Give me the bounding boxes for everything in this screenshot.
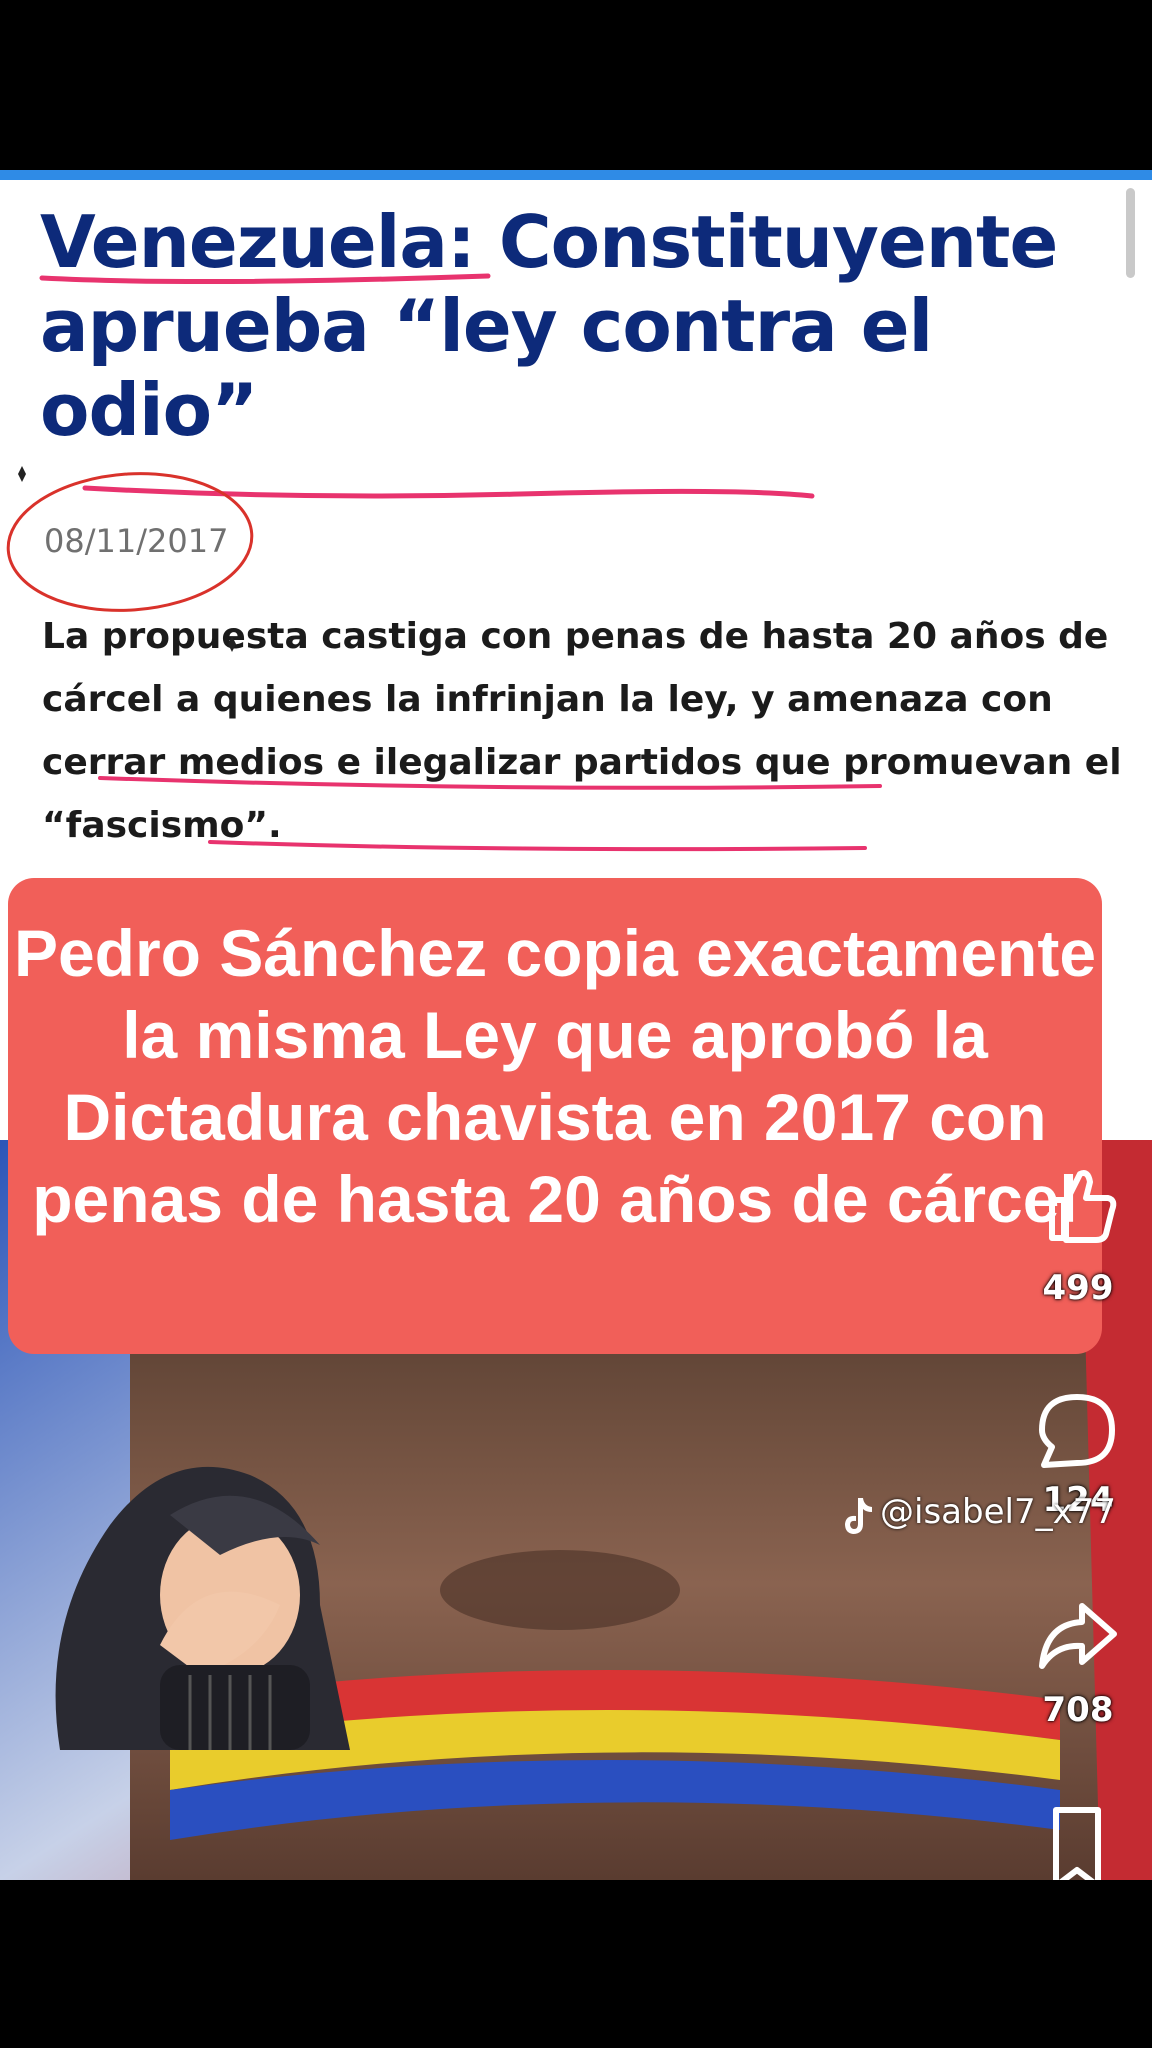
facepalm-avatar-sticker bbox=[55, 1466, 351, 1750]
article-headline: Venezuela: Constituyente aprueba “ley co… bbox=[40, 200, 1058, 452]
article-lede: La propuesta castiga con penas de hasta … bbox=[42, 616, 1122, 846]
article-date: 08/11/2017 bbox=[44, 522, 229, 560]
like-count: 499 bbox=[1042, 1268, 1114, 1308]
comment-icon[interactable] bbox=[1032, 1385, 1122, 1475]
bottom-black-band bbox=[0, 1880, 1152, 2048]
tiktok-logo-icon bbox=[845, 1498, 872, 1534]
creator-handle[interactable]: @isabel7_x77 bbox=[880, 1492, 1116, 1532]
share-count: 708 bbox=[1042, 1690, 1114, 1730]
top-black-band bbox=[0, 0, 1152, 170]
share-arrow-icon[interactable] bbox=[1032, 1590, 1122, 1680]
bookmark-icon[interactable] bbox=[1032, 1800, 1122, 1890]
thumbs-up-icon[interactable] bbox=[1032, 1160, 1122, 1250]
accent-bar bbox=[0, 170, 1152, 180]
article-scrollbar bbox=[1126, 188, 1135, 278]
caption-overlay-text: Pedro Sánchez copia exactamente la misma… bbox=[13, 916, 1097, 1236]
